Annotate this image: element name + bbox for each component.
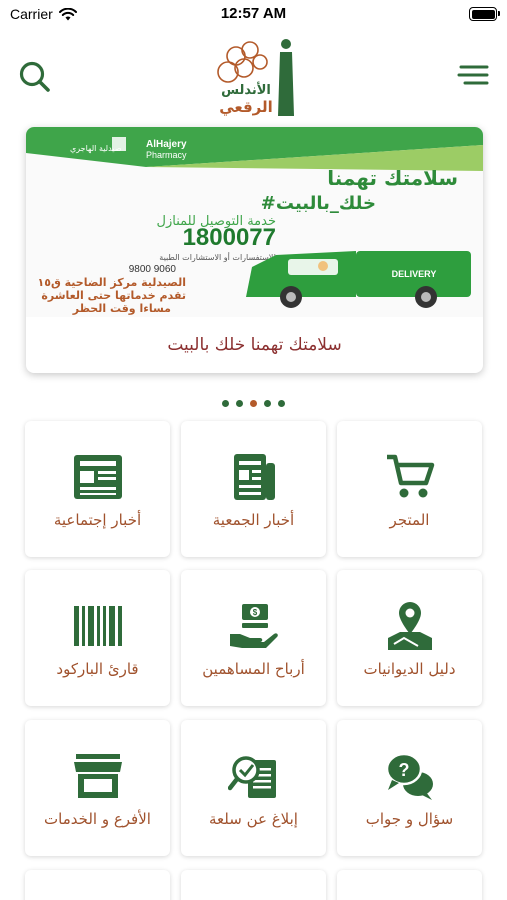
- banner-caption: سلامتك تهمنا خلك بالبيت: [167, 335, 342, 355]
- menu-icon: [457, 65, 489, 85]
- tile-label: أخبار الجمعية: [212, 511, 295, 529]
- battery-icon: [469, 7, 500, 21]
- tile-label: إبلاغ عن سلعة: [209, 810, 298, 828]
- search-button[interactable]: [18, 60, 52, 94]
- tile-shareholder-profits[interactable]: $ أرباح المساهمين: [181, 570, 326, 706]
- store-icon: [74, 754, 122, 798]
- news-icon: [74, 455, 122, 499]
- banner-artwork: AlHajery Pharmacy صيدلية الهاجري سلامتك …: [26, 127, 483, 315]
- newspaper-icon: [234, 454, 275, 500]
- brand-en-1: AlHajery: [146, 139, 187, 150]
- brand-en-2: Pharmacy: [146, 150, 187, 160]
- tile-diwaniya-guide[interactable]: دليل الديوانيات: [337, 570, 482, 706]
- brand-ar: صيدلية الهاجري: [70, 144, 122, 153]
- tile-store[interactable]: المتجر: [337, 421, 482, 557]
- banner-branch-1: الصيدلية مركز الضاحية ق١٥: [38, 276, 187, 289]
- tile-partial[interactable]: [181, 870, 326, 900]
- cart-icon: [387, 454, 435, 498]
- tile-faq[interactable]: ? سؤال و جواب: [337, 720, 482, 856]
- tile-report-product[interactable]: إبلاغ عن سلعة: [181, 720, 326, 856]
- tile-label: سؤال و جواب: [365, 810, 454, 828]
- logo-text-2: الرقعي: [219, 98, 273, 116]
- tile-label: دليل الديوانيات: [363, 660, 456, 678]
- tile-label: المتجر: [389, 511, 430, 529]
- tile-partial[interactable]: [337, 870, 482, 900]
- banner-image: AlHajery Pharmacy صيدلية الهاجري سلامتك …: [26, 127, 483, 317]
- news-banner-card[interactable]: AlHajery Pharmacy صيدلية الهاجري سلامتك …: [26, 127, 483, 373]
- question-chat-icon: ?: [385, 752, 433, 800]
- app-header: الأندلس الرقعي: [0, 30, 507, 120]
- svg-text:?: ?: [399, 760, 410, 780]
- banner-whatsapp: 9800 9060: [129, 264, 177, 275]
- app-logo: الأندلس الرقعي: [217, 39, 294, 116]
- tile-label: الأفرع و الخدمات: [44, 810, 151, 828]
- tile-label: أرباح المساهمين: [202, 660, 305, 678]
- truck-label: DELIVERY: [392, 269, 437, 279]
- report-product-icon: [228, 756, 276, 798]
- carousel-dot[interactable]: [236, 400, 243, 407]
- carousel-dot-active[interactable]: [250, 400, 257, 407]
- tile-coop-news[interactable]: أخبار الجمعية: [181, 421, 326, 557]
- tile-label: أخبار إجتماعية: [53, 511, 142, 529]
- banner-branch-3: مساءا وقت الحظر: [72, 302, 171, 315]
- banner-phone: 1800077: [183, 224, 276, 251]
- status-bar: Carrier 12:57 AM: [0, 0, 507, 30]
- status-time: 12:57 AM: [220, 5, 287, 22]
- banner-branch-2: تقدم خدماتها حتى العاشرة: [41, 289, 186, 302]
- carousel-dots: [0, 400, 507, 407]
- svg-text:$: $: [253, 608, 258, 617]
- banner-headline-1: سلامتك تهمنا: [327, 166, 458, 190]
- tile-label: قارئ الباركود: [56, 660, 139, 678]
- delivery-truck-icon: DELIVERY: [246, 251, 471, 308]
- tile-social-news[interactable]: أخبار إجتماعية: [25, 421, 170, 557]
- tile-partial[interactable]: [25, 870, 170, 900]
- carousel-dot[interactable]: [278, 400, 285, 407]
- carousel-dot[interactable]: [222, 400, 229, 407]
- carousel-dot[interactable]: [264, 400, 271, 407]
- menu-button[interactable]: [457, 63, 489, 87]
- logo-text-1: الأندلس: [221, 81, 271, 98]
- barcode-icon: [74, 606, 122, 646]
- banner-headline-2: #خلك_بالبيت: [261, 193, 376, 214]
- banner-consult-line: للاستفسارات أو الاستشارات الطبية: [159, 252, 276, 262]
- money-hand-icon: $: [230, 604, 278, 648]
- map-pin-icon: [388, 602, 432, 650]
- tile-branches-services[interactable]: الأفرع و الخدمات: [25, 720, 170, 856]
- search-icon: [19, 61, 50, 92]
- tile-barcode-reader[interactable]: قارئ الباركود: [25, 570, 170, 706]
